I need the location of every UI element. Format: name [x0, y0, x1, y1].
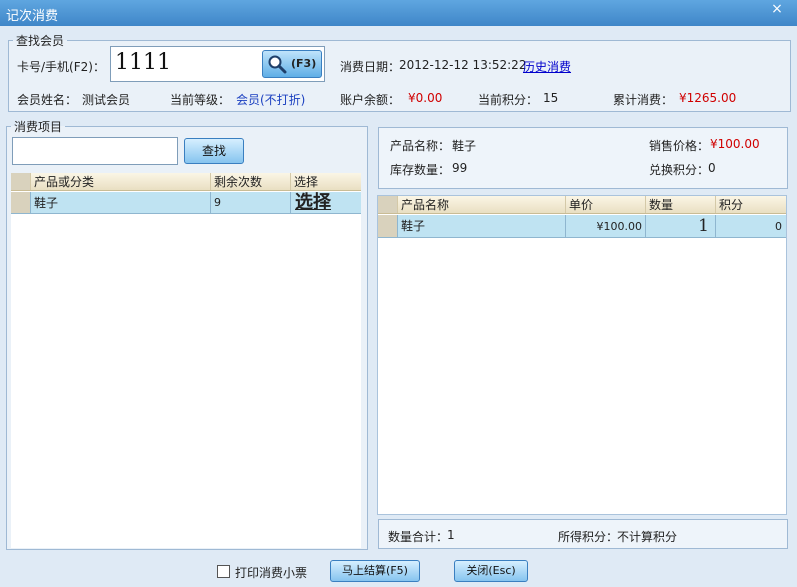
item-search-input[interactable] [12, 137, 178, 165]
qty-total-label: 数量合计： [388, 530, 449, 544]
qty-total-value: 1 [447, 528, 455, 542]
col-remaining: 剩余次数 [211, 173, 291, 190]
stock-value: 99 [452, 161, 468, 175]
exchange-points-label: 兑换积分： [649, 163, 710, 177]
balance-label: 账户余额： [340, 93, 401, 107]
row-header-corner [11, 173, 31, 190]
points-value: 15 [543, 91, 559, 105]
col-cart-qty: 数量 [646, 196, 716, 213]
earned-points-value: 不计算积分 [617, 530, 678, 544]
earned-points-label: 所得积分： [558, 530, 619, 544]
points-label: 当前积分： [478, 93, 539, 107]
col-cart-product: 产品名称 [398, 196, 566, 213]
item-search-button[interactable]: 查找 [184, 138, 244, 164]
col-select: 选择 [294, 175, 319, 189]
col-product: 产品或分类 [31, 173, 211, 190]
stock-label: 库存数量： [390, 163, 451, 177]
window-title: 记次消费 [6, 9, 59, 24]
member-search-button[interactable]: (F3) [262, 50, 322, 78]
total-spend-label: 累计消费： [613, 93, 674, 107]
cart-grid-header: 产品名称 单价 数量 积分 [378, 196, 786, 214]
total-spend-value: ¥1265.00 [679, 91, 737, 105]
card-number-value: 1111 [115, 50, 171, 75]
items-legend: 消费项目 [14, 120, 63, 134]
balance-value: ¥0.00 [408, 91, 443, 105]
close-icon[interactable]: × [763, 0, 791, 19]
cart-item-price: ¥100.00 [566, 215, 646, 237]
table-row[interactable]: 鞋子 9 选择 [11, 192, 361, 214]
cart-item-qty[interactable]: 1 [646, 215, 716, 237]
date-value: 2012-12-12 13:52:22 [399, 58, 527, 72]
items-grid-header: 产品或分类 剩余次数 选择 [11, 173, 361, 191]
cart-row-selector[interactable] [378, 215, 398, 237]
item-name: 鞋子 [31, 192, 211, 213]
exchange-points-value: 0 [708, 161, 716, 175]
cart-item-points: 0 [775, 220, 782, 233]
print-receipt-checkbox[interactable] [217, 565, 230, 578]
col-cart-points: 积分 [719, 198, 744, 212]
card-label: 卡号/手机(F2)： [17, 60, 105, 74]
select-link[interactable]: 选择 [291, 192, 361, 213]
price-value: ¥100.00 [710, 137, 760, 151]
member-level-value: 会员(不打折) [236, 93, 306, 107]
member-search-legend: 查找会员 [16, 34, 65, 48]
product-name-label: 产品名称： [390, 139, 451, 153]
col-cart-price: 单价 [566, 196, 646, 213]
product-name-value: 鞋子 [452, 139, 477, 153]
title-bar: 记次消费 × [0, 0, 797, 26]
item-remaining: 9 [211, 192, 291, 213]
checkout-button[interactable]: 马上结算(F5) [330, 560, 420, 582]
cart-item-name: 鞋子 [398, 215, 566, 237]
cart-header-corner [378, 196, 398, 213]
history-link[interactable]: 历史消费 [523, 58, 571, 75]
items-grid: 产品或分类 剩余次数 选择 鞋子 9 选择 [11, 173, 361, 548]
member-search-shortcut: (F3) [291, 57, 317, 70]
cart-grid: 产品名称 单价 数量 积分 鞋子 ¥100.00 1 0 [377, 195, 787, 515]
print-receipt-label[interactable]: 打印消费小票 [235, 564, 307, 581]
member-name-label: 会员姓名： [17, 93, 78, 107]
row-selector[interactable] [11, 192, 31, 213]
close-button[interactable]: 关闭(Esc) [454, 560, 528, 582]
table-row[interactable]: 鞋子 ¥100.00 1 0 [378, 215, 786, 238]
member-level-label: 当前等级： [170, 93, 231, 107]
date-label: 消费日期： [340, 60, 401, 74]
price-label: 销售价格： [649, 139, 710, 153]
member-name-value: 测试会员 [82, 93, 131, 107]
search-icon [268, 55, 287, 74]
